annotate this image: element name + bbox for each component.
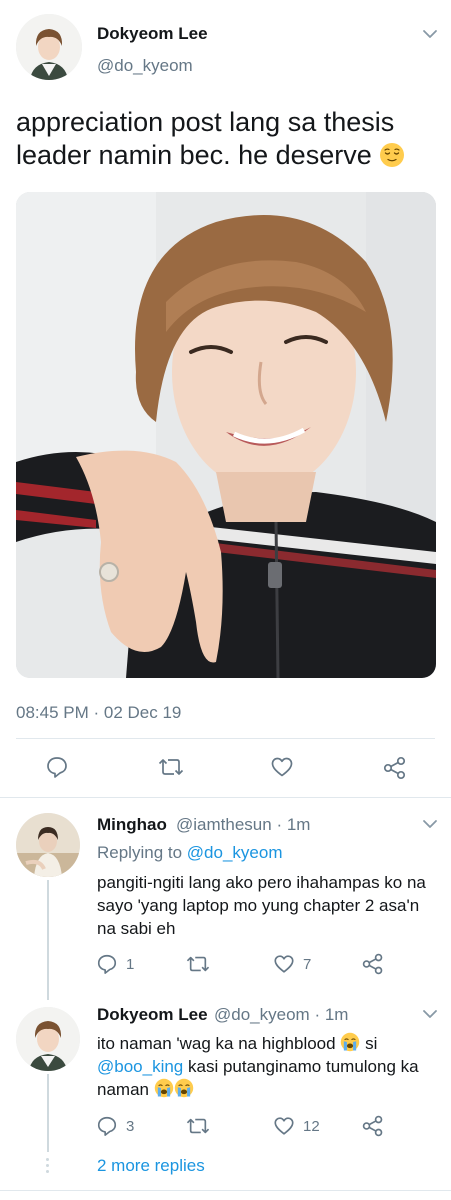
author-name[interactable]: Dokyeom Lee bbox=[97, 24, 208, 44]
divider bbox=[16, 738, 435, 739]
share-icon bbox=[361, 1114, 385, 1138]
like-button[interactable]: 12 bbox=[273, 1115, 320, 1137]
reply-button[interactable]: 3 bbox=[96, 1115, 134, 1137]
divider bbox=[0, 1190, 451, 1191]
thread-dots bbox=[46, 1158, 49, 1173]
reply-handle-text[interactable]: @iamthesun bbox=[176, 815, 272, 834]
replying-prefix: Replying to bbox=[97, 843, 183, 862]
reply-icon bbox=[45, 755, 69, 779]
divider bbox=[0, 797, 451, 798]
thread-line bbox=[47, 1074, 49, 1152]
reply-button[interactable] bbox=[45, 755, 69, 779]
reply-text-part: si bbox=[365, 1034, 378, 1053]
reply-author-name[interactable]: Dokyeom Lee bbox=[97, 1005, 208, 1025]
heart-icon bbox=[273, 953, 295, 975]
share-icon bbox=[382, 755, 408, 781]
reply-time: · 1m bbox=[314, 1005, 349, 1024]
crying-face-emoji bbox=[174, 1078, 194, 1098]
reply-avatar-dokyeom[interactable] bbox=[16, 1007, 80, 1071]
reply-text: pangiti-ngiti lang ako pero ihahampas ko… bbox=[97, 873, 426, 938]
reply-avatar-minghao[interactable] bbox=[16, 813, 80, 877]
chevron-down-icon[interactable] bbox=[421, 817, 439, 831]
heart-icon bbox=[273, 1115, 295, 1137]
tweet-timestamp[interactable]: 08:45 PM · 02 Dec 19 bbox=[16, 703, 181, 723]
retweet-icon bbox=[186, 953, 210, 975]
reply-time: · 1m bbox=[276, 815, 311, 834]
relieved-face-emoji bbox=[379, 142, 405, 168]
retweet-button[interactable] bbox=[186, 1115, 210, 1137]
chevron-down-icon[interactable] bbox=[421, 27, 439, 41]
like-count: 7 bbox=[303, 955, 312, 973]
reply-button[interactable]: 1 bbox=[96, 953, 134, 975]
reply-author-name[interactable]: Minghao bbox=[97, 815, 167, 835]
reply-author-handle[interactable]: @iamthesun · 1m bbox=[176, 815, 310, 835]
retweet-icon bbox=[158, 755, 184, 779]
retweet-icon bbox=[186, 1115, 210, 1137]
share-button[interactable] bbox=[361, 1114, 385, 1138]
author-avatar[interactable] bbox=[16, 14, 82, 80]
like-button[interactable] bbox=[270, 755, 294, 779]
tweet-photo[interactable] bbox=[16, 192, 436, 678]
share-button[interactable] bbox=[361, 952, 385, 976]
share-icon bbox=[361, 952, 385, 976]
reply-count: 3 bbox=[126, 1117, 135, 1135]
reply-text: ito naman 'wag ka na highblood si @boo_k… bbox=[97, 1032, 442, 1101]
crying-face-emoji bbox=[154, 1078, 174, 1098]
mention-link[interactable]: @boo_king bbox=[97, 1057, 183, 1076]
heart-icon bbox=[270, 755, 294, 779]
reply-handle-text[interactable]: @do_kyeom bbox=[214, 1005, 310, 1024]
replying-to: Replying to @do_kyeom bbox=[97, 843, 283, 863]
thread-line bbox=[47, 880, 49, 1000]
more-replies-link[interactable]: 2 more replies bbox=[97, 1156, 205, 1176]
reply-author-handle[interactable]: @do_kyeom · 1m bbox=[214, 1005, 348, 1025]
crying-face-emoji bbox=[340, 1032, 360, 1052]
reply-icon bbox=[96, 953, 118, 975]
like-button[interactable]: 7 bbox=[273, 953, 311, 975]
retweet-button[interactable] bbox=[186, 953, 210, 975]
share-button[interactable] bbox=[382, 755, 408, 781]
like-count: 12 bbox=[303, 1117, 320, 1135]
retweet-button[interactable] bbox=[158, 755, 184, 779]
reply-text-part: ito naman 'wag ka na highblood bbox=[97, 1034, 336, 1053]
author-handle[interactable]: @do_kyeom bbox=[97, 56, 193, 76]
tweet-text: appreciation post lang sa thesis leader … bbox=[16, 106, 436, 172]
reply-icon bbox=[96, 1115, 118, 1137]
reply-count: 1 bbox=[126, 955, 135, 973]
replying-to-link[interactable]: @do_kyeom bbox=[187, 843, 283, 862]
tweet-text-content: appreciation post lang sa thesis leader … bbox=[16, 107, 395, 170]
chevron-down-icon[interactable] bbox=[421, 1007, 439, 1021]
